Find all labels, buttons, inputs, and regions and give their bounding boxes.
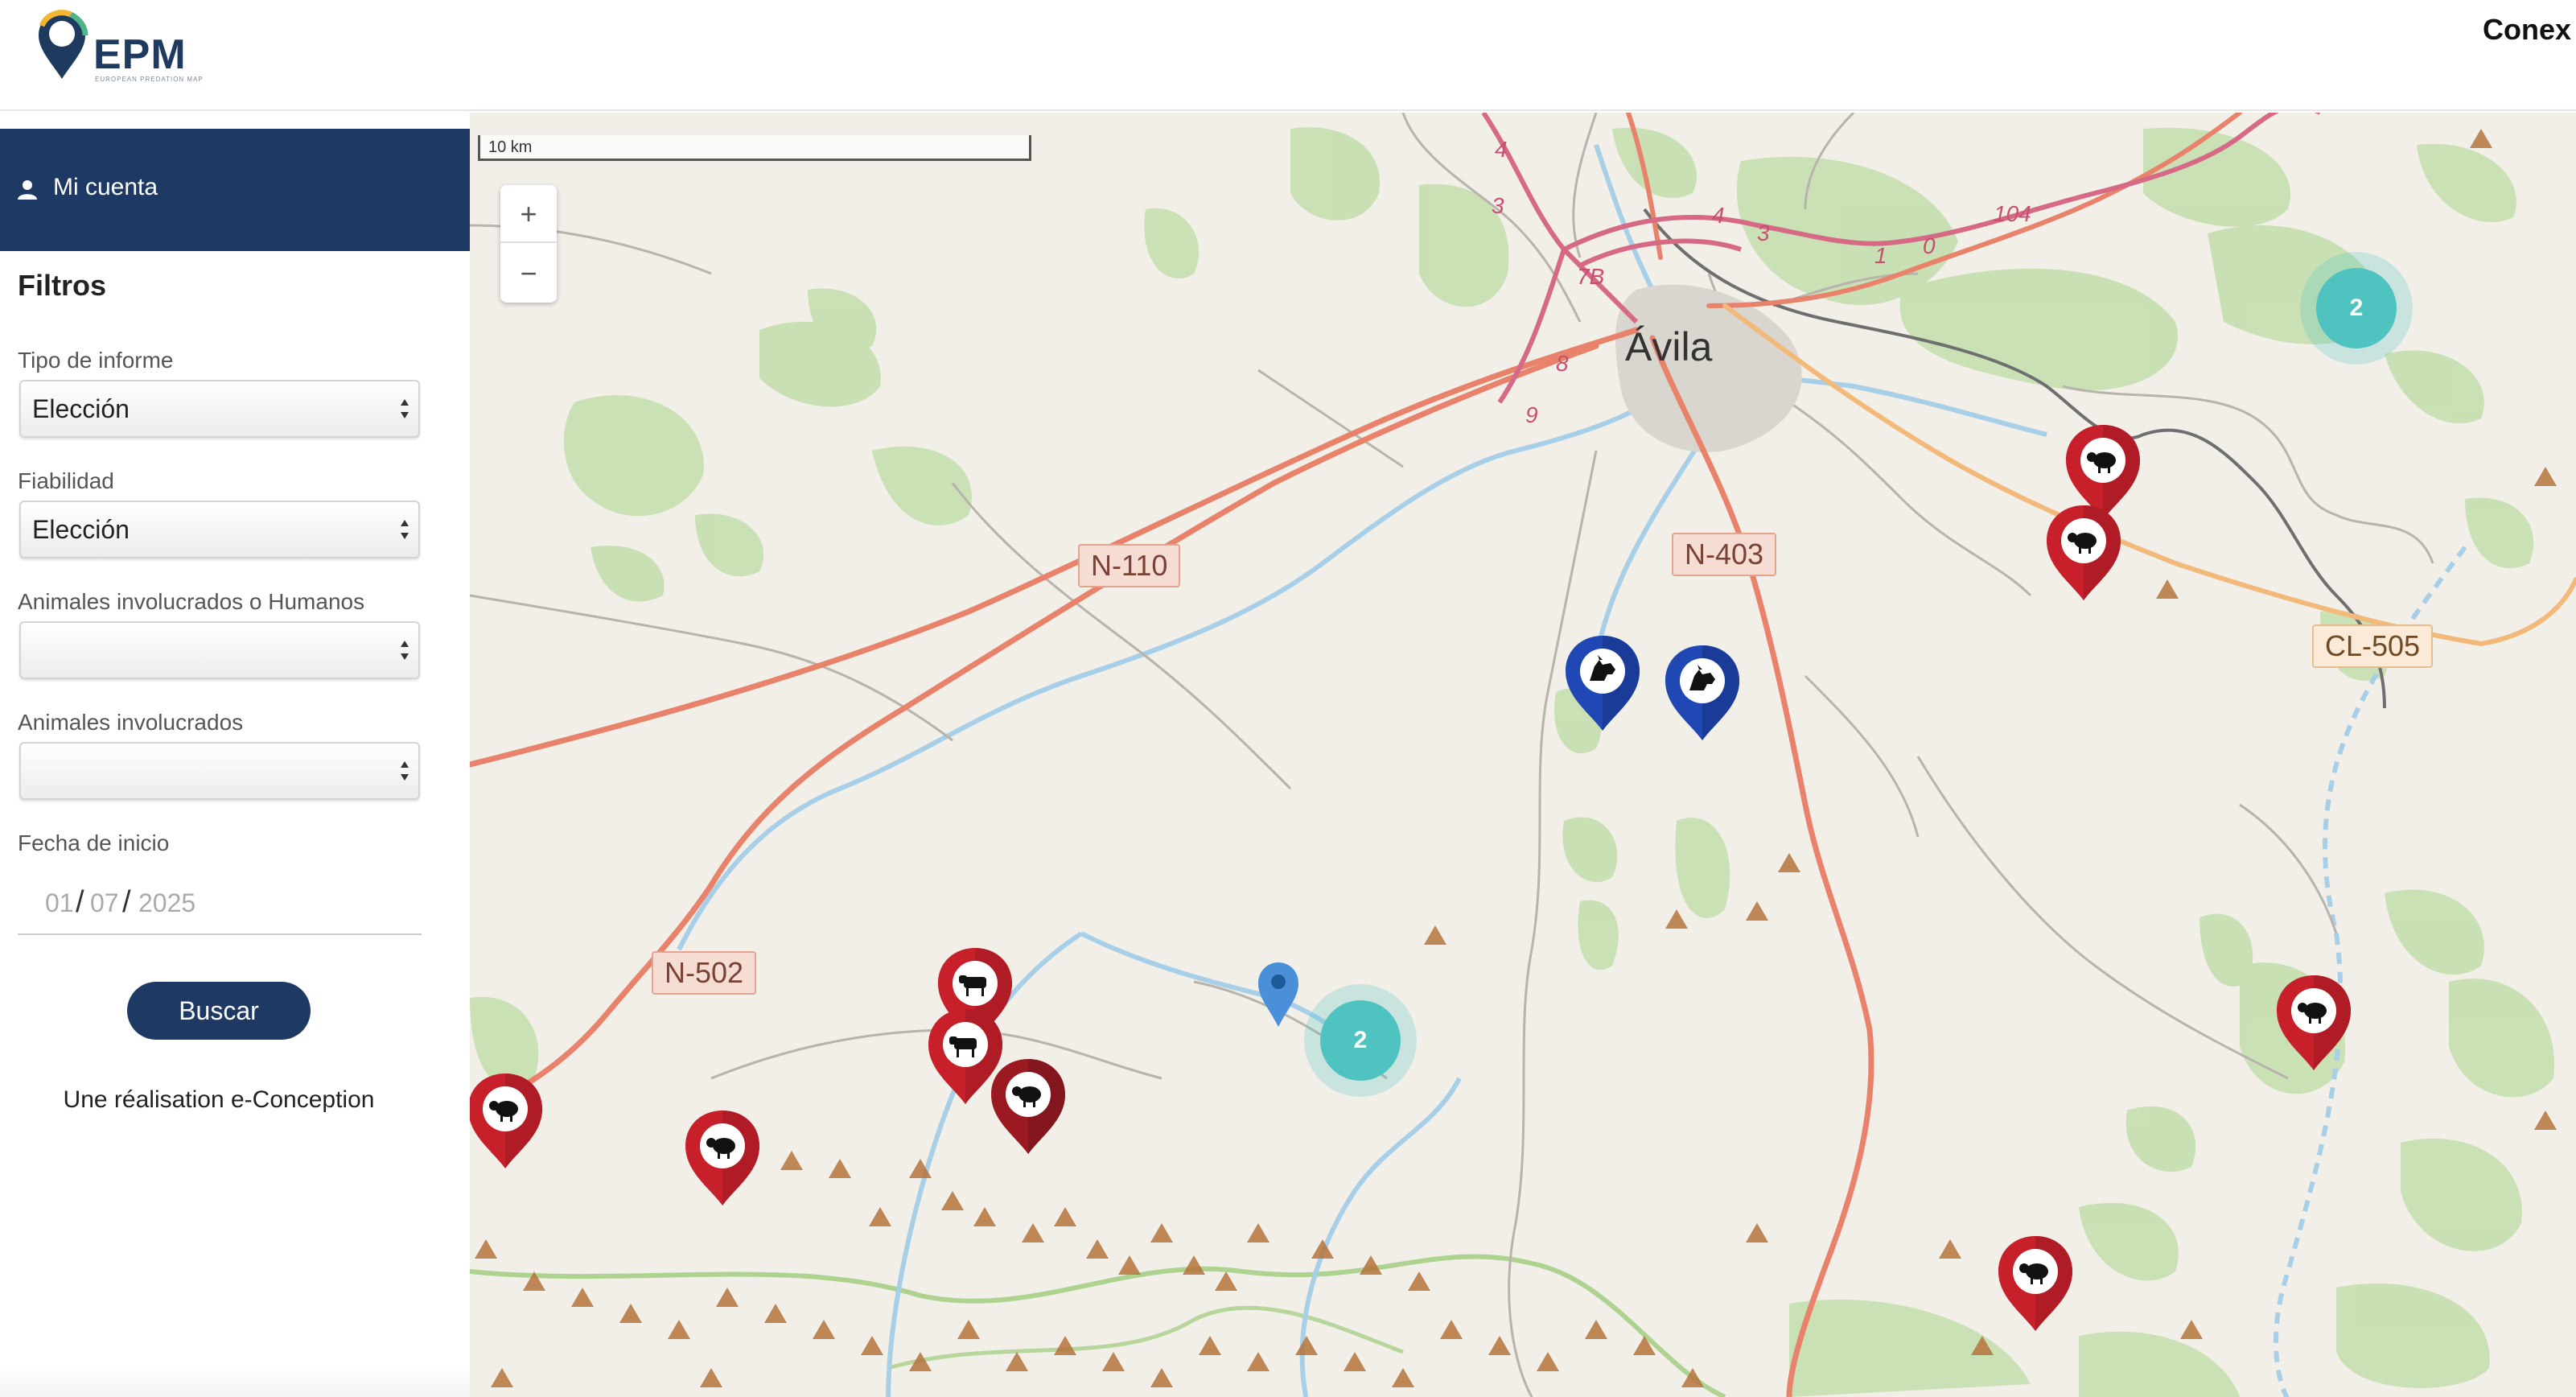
select-arrows-icon [401,399,409,418]
report-type-label: Tipo de informe [18,348,174,373]
attack-marker-sheep[interactable] [470,1070,545,1170]
cluster-count: 2 [2349,295,2364,321]
report-type-value: Elección [32,394,130,423]
start-date-input[interactable]: 01 / 07 / 2025 [18,877,422,935]
select-arrows-icon [401,641,409,660]
animals-or-humans-label: Animales involucrados o Humanos [18,589,365,614]
attack-marker-sheep[interactable] [1995,1233,2076,1333]
route-number-label: 4 [1495,137,1508,162]
peak-symbols [475,129,2557,1387]
route-number-label: 104 [1994,201,2031,226]
account-bar[interactable]: Mi cuenta [0,129,470,251]
date-day: 01 [45,888,74,917]
zoom-in-button[interactable]: + [500,185,557,243]
road-label-n110: N-110 [1078,544,1181,587]
route-number-label: 8 [1556,351,1569,376]
marker-cluster[interactable]: 2 [2296,248,2417,369]
attack-marker-cattle[interactable] [925,1006,1006,1106]
zoom-out-button[interactable]: − [500,245,557,303]
route-number-label: 0 [1923,233,1936,258]
user-icon [18,180,37,200]
route-number-label: 4 [1712,203,1725,228]
predator-marker-wolf[interactable] [1562,633,1643,732]
connect-link[interactable]: Conex [2483,13,2571,47]
logo-subtitle: EUROPEAN PREDATION MAP [95,76,204,83]
top-header: EPM EUROPEAN PREDATION MAP Conex [0,0,2576,111]
attack-marker-sheep[interactable] [2043,502,2124,602]
map-scale-bar: 10 km [478,135,1031,161]
reliability-value: Elección [32,515,130,544]
location-pin-icon[interactable] [1257,961,1300,1028]
select-arrows-icon [401,520,409,539]
sidebar-bottom-fade [0,1368,470,1397]
animals-involved-select[interactable] [19,742,420,800]
search-button[interactable]: Buscar [127,982,311,1040]
report-type-select[interactable]: Elección [19,380,420,438]
date-separator: / [76,885,84,919]
scale-label: 10 km [488,138,533,156]
reliability-select[interactable]: Elección [19,501,420,558]
filters-title: Filtros [18,269,107,302]
route-number-label: 9 [1525,402,1538,427]
date-year: 2025 [138,888,196,917]
city-label-avila: Ávila [1625,324,1713,369]
date-month: 07 [90,888,119,917]
route-number-label: 7B [1577,264,1605,289]
epm-logo[interactable]: EPM EUROPEAN PREDATION MAP [35,10,212,83]
road-label-cl505: CL-505 [2312,624,2434,668]
predator-marker-wolf[interactable] [1662,642,1743,742]
attack-marker-sheep[interactable] [2274,972,2354,1072]
zoom-controls: + − [500,185,557,303]
reliability-label: Fiabilidad [18,468,114,493]
road-label-n403: N-403 [1672,533,1777,576]
credit-text: Une réalisation e-Conception [63,1086,375,1113]
account-label: Mi cuenta [53,174,158,200]
filter-sidebar: Mi cuenta Filtros Tipo de informe Elecci… [0,129,470,1397]
animals-or-humans-select[interactable] [19,621,420,679]
logo-pin-icon [39,10,88,79]
attack-marker-sheep[interactable] [682,1107,763,1207]
route-number-label: 3 [1757,220,1770,245]
marker-cluster[interactable]: 2 [1300,980,1421,1101]
animals-involved-label: Animales involucrados [18,710,244,735]
cluster-count: 2 [1353,1027,1368,1053]
route-number-label: 1 [1874,243,1887,268]
logo-text: EPM [93,31,187,78]
road-label-n502: N-502 [652,951,757,995]
select-arrows-icon [401,761,409,781]
start-date-label: Fecha de inicio [18,830,170,855]
date-separator: / [122,885,131,919]
route-number-label: 3 [1492,193,1504,218]
predation-map[interactable]: 4 3 7B 8 9 4 3 1 0 104 Ávila N-110 N-403… [470,113,2576,1397]
